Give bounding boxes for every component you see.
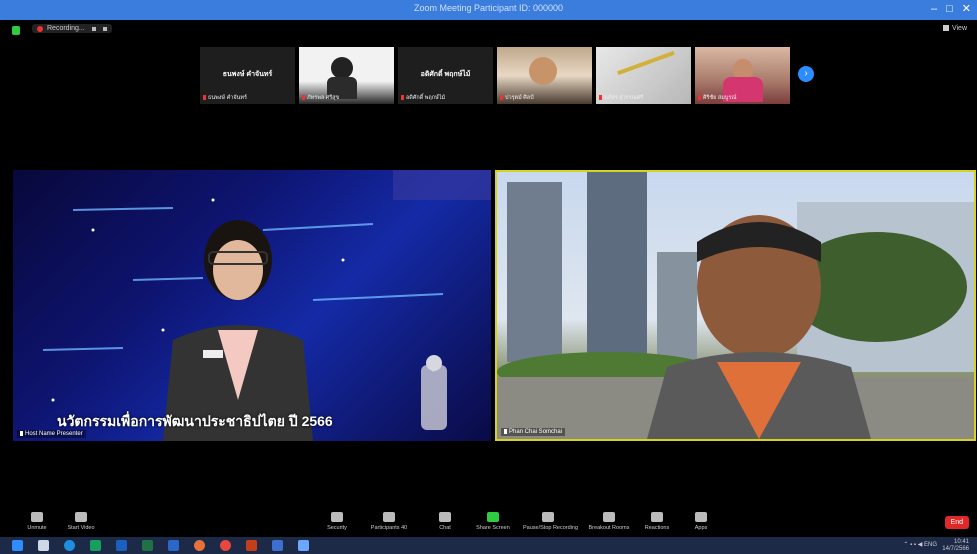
edge-browser-icon[interactable] <box>64 540 75 551</box>
video-name-label: Host Name Presenter <box>17 429 86 438</box>
participants-count: 40 <box>401 525 408 531</box>
system-tray-icons[interactable]: ⌃ ▪ ▪ ◀ ENG <box>903 541 937 548</box>
participant-tile[interactable]: นภัสร สุวรรณศรี <box>596 47 691 104</box>
meeting-toolbar: Unmute Start Video Security Participants… <box>0 510 977 537</box>
recording-dot-icon <box>37 25 43 32</box>
participant-label: ธนพงษ์ คำจันทร์ <box>203 94 247 102</box>
window-title-bar: Zoom Meeting Participant ID: 000000 – □ … <box>0 0 977 20</box>
pause-icon[interactable] <box>91 26 96 31</box>
pause-recording-button[interactable]: Pause/Stop Recording <box>523 512 578 531</box>
windows-taskbar: ⌃ ▪ ▪ ◀ ENG 10:41 14/7/2566 <box>0 537 977 554</box>
word-icon[interactable] <box>116 540 127 551</box>
apps-button[interactable]: Apps <box>676 512 726 531</box>
main-video-presenter[interactable]: นวัตกรรมเพื่อการพัฒนาประชาธิปไตย ปี 2566… <box>13 170 491 441</box>
start-menu-icon[interactable] <box>12 540 23 551</box>
close-icon[interactable]: ✕ <box>962 2 971 16</box>
recording-indicator[interactable]: Recording... <box>32 24 112 33</box>
maximize-icon[interactable]: □ <box>946 2 953 16</box>
participant-name: อดิศักดิ์ พฤกษ์ไม้ <box>420 71 471 78</box>
security-shield-icon[interactable] <box>12 26 20 35</box>
chat-button[interactable]: Chat <box>420 512 470 531</box>
participant-tile[interactable]: ศิริชัย สมบูรณ์ <box>695 47 790 104</box>
reactions-button[interactable]: Reactions <box>632 512 682 531</box>
participant-label: อดิศักดิ์ พฤกษ์ไม้ <box>401 94 445 102</box>
participant-tile[interactable]: ธนพงษ์ คำจันทร์ ธนพงษ์ คำจันทร์ <box>200 47 295 104</box>
speaker-background <box>497 172 974 439</box>
participant-strip: ธนพงษ์ คำจันทร์ ธนพงษ์ คำจันทร์ ภัทรพล ศ… <box>200 47 790 104</box>
next-page-button[interactable]: › <box>798 66 814 82</box>
powerpoint-icon[interactable] <box>246 540 257 551</box>
store-icon[interactable] <box>90 540 101 551</box>
start-video-button[interactable]: Start Video <box>56 512 106 531</box>
people-icon <box>383 512 395 522</box>
folder-icon[interactable] <box>298 540 309 551</box>
meeting-top-bar: Recording... View <box>0 20 977 42</box>
recording-label: Recording... <box>47 25 85 32</box>
excel-icon[interactable] <box>142 540 153 551</box>
participant-tile[interactable]: อดิศักดิ์ พฤกษ์ไม้ อดิศักดิ์ พฤกษ์ไม้ <box>398 47 493 104</box>
participant-tile[interactable]: ปวรุตม์ ศิลป์ <box>497 47 592 104</box>
participant-label: ภัทรพล ศรีสุข <box>302 94 339 102</box>
grid-icon <box>603 512 615 522</box>
camera-icon <box>75 512 87 522</box>
video-name-label: Phan Chai Somchai <box>501 427 566 436</box>
view-button[interactable]: View <box>943 25 967 32</box>
window-title: Zoom Meeting Participant ID: 000000 <box>413 3 564 13</box>
minimize-icon[interactable]: – <box>931 2 937 16</box>
breakout-rooms-button[interactable]: Breakout Rooms <box>584 512 634 531</box>
firefox-icon[interactable] <box>194 540 205 551</box>
end-meeting-button[interactable]: End <box>944 516 969 529</box>
apps-icon <box>695 512 707 522</box>
pause-icon <box>542 512 554 522</box>
participant-label: นภัสร สุวรรณศรี <box>599 94 643 102</box>
participant-name: ธนพงษ์ คำจันทร์ <box>222 71 273 78</box>
participant-label: ปวรุตม์ ศิลป์ <box>500 94 534 102</box>
outlook-icon[interactable] <box>168 540 179 551</box>
chrome-icon[interactable] <box>220 540 231 551</box>
presenter-banner: นวัตกรรมเพื่อการพัฒนาประชาธิปไตย ปี 2566 <box>57 413 333 429</box>
share-screen-button[interactable]: Share Screen <box>468 512 518 531</box>
security-button[interactable]: Security <box>312 512 362 531</box>
smile-icon <box>651 512 663 522</box>
shield-icon <box>331 512 343 522</box>
share-screen-icon <box>487 512 499 522</box>
participant-tile[interactable]: ภัทรพล ศรีสุข <box>299 47 394 104</box>
microphone-icon <box>31 512 43 522</box>
participants-button[interactable]: Participants 40 <box>364 512 414 531</box>
main-video-speaker[interactable]: Phan Chai Somchai <box>495 170 976 441</box>
presenter-background <box>42 170 491 441</box>
stop-icon[interactable] <box>102 26 107 31</box>
task-view-icon[interactable] <box>38 540 49 551</box>
unmute-button[interactable]: Unmute <box>12 512 62 531</box>
taskbar-clock[interactable]: 10:41 14/7/2566 <box>942 539 969 553</box>
participant-label: ศิริชัย สมบูรณ์ <box>698 94 736 102</box>
zoom-taskbar-icon[interactable] <box>272 540 283 551</box>
chat-icon <box>439 512 451 522</box>
